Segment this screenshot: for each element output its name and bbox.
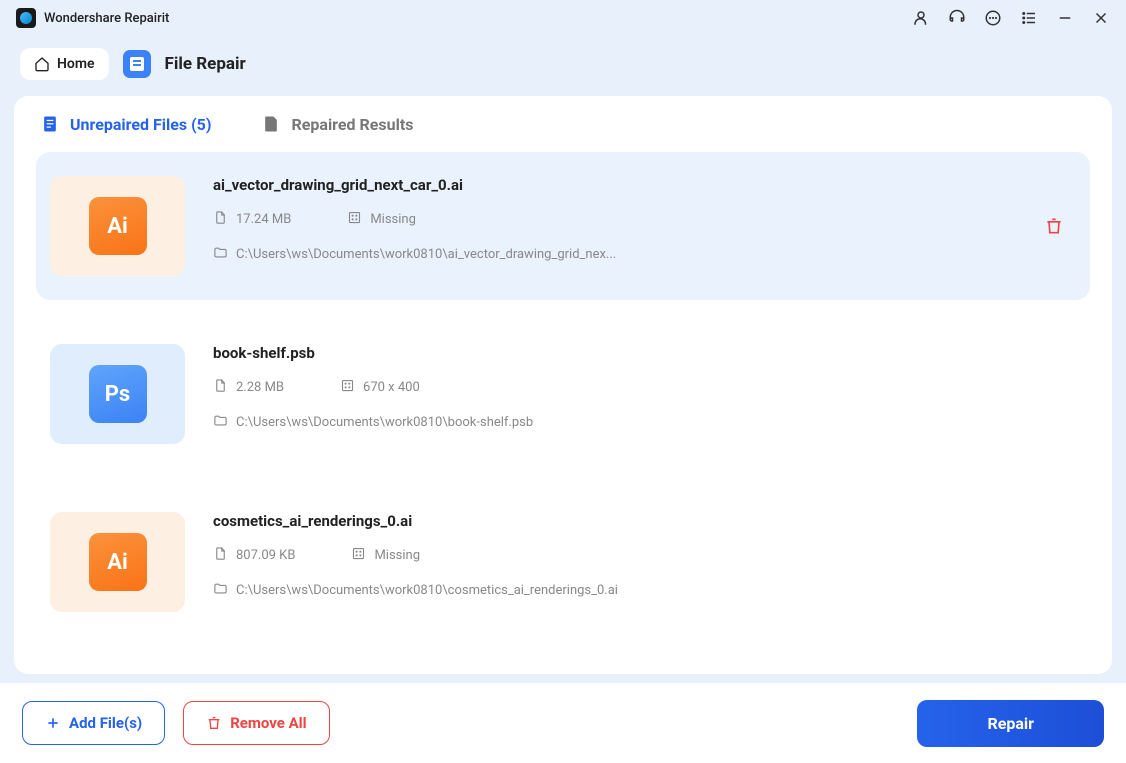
file-path: C:\Users\ws\Documents\work0810\book-shel… — [213, 413, 1064, 432]
file-path: C:\Users\ws\Documents\work0810\ai_vector… — [213, 245, 1064, 264]
file-meta: 17.24 MB Missing — [213, 210, 1064, 229]
file-icon — [213, 210, 228, 229]
file-meta: 807.09 KB Missing — [213, 546, 1064, 565]
file-thumbnail: Ai — [50, 512, 185, 612]
dimensions-icon — [351, 546, 366, 565]
file-name: ai_vector_drawing_grid_next_car_0.ai — [213, 176, 1064, 194]
file-meta: 2.28 MB 670 x 400 — [213, 378, 1064, 397]
remove-all-label: Remove All — [230, 714, 306, 732]
file-dimensions: Missing — [347, 210, 416, 229]
dimensions-icon — [340, 378, 355, 397]
file-row[interactable]: Ai cosmetics_ai_renderings_0.ai 807.09 KB M… — [36, 488, 1090, 636]
titlebar-right — [912, 9, 1110, 27]
file-icon — [40, 114, 60, 134]
file-icon — [213, 378, 228, 397]
minimize-icon[interactable] — [1056, 9, 1074, 27]
main-panel: Unrepaired Files (5) Repaired Results Ai… — [14, 96, 1112, 674]
delete-file-button[interactable] — [1044, 216, 1064, 236]
folder-icon — [213, 581, 228, 600]
file-icon — [261, 114, 281, 134]
remove-all-button[interactable]: Remove All — [183, 701, 329, 745]
tab-unrepaired[interactable]: Unrepaired Files (5) — [40, 114, 211, 134]
file-repair-icon — [123, 50, 151, 78]
file-name: book-shelf.psb — [213, 344, 1064, 362]
file-size: 807.09 KB — [213, 546, 295, 565]
file-thumbnail: Ps — [50, 344, 185, 444]
app-title: Wondershare Repairit — [44, 11, 169, 26]
tabs: Unrepaired Files (5) Repaired Results — [14, 96, 1112, 148]
nav-row: Home File Repair — [0, 36, 1126, 96]
repair-label: Repair — [987, 714, 1034, 733]
add-files-button[interactable]: Add File(s) — [22, 701, 165, 745]
app-icon — [16, 8, 36, 28]
home-label: Home — [57, 56, 95, 72]
file-dimensions: 670 x 400 — [340, 378, 420, 397]
titlebar-left: Wondershare Repairit — [16, 8, 169, 28]
file-type-badge: Ai — [89, 533, 147, 591]
add-files-label: Add File(s) — [69, 714, 142, 732]
file-info: book-shelf.psb 2.28 MB 670 x 400 C:\Users\w… — [213, 344, 1064, 432]
trash-icon — [206, 715, 222, 731]
headset-icon[interactable] — [948, 9, 966, 27]
tab-repaired-label: Repaired Results — [291, 115, 413, 134]
folder-icon — [213, 413, 228, 432]
file-size: 2.28 MB — [213, 378, 284, 397]
file-path: C:\Users\ws\Documents\work0810\cosmetics… — [213, 581, 1064, 600]
footer: Add File(s) Remove All Repair — [0, 683, 1126, 763]
home-icon — [34, 56, 50, 72]
file-type-badge: Ps — [89, 365, 147, 423]
home-button[interactable]: Home — [20, 48, 109, 80]
titlebar: Wondershare Repairit — [0, 0, 1126, 36]
tab-repaired[interactable]: Repaired Results — [261, 114, 413, 134]
file-row[interactable]: Ps book-shelf.psb 2.28 MB 670 x 400 C:\Users… — [36, 320, 1090, 468]
file-name: cosmetics_ai_renderings_0.ai — [213, 512, 1064, 530]
file-row[interactable]: PsFree_Superhero_Set.psd8.74 MB870 x 137… — [36, 656, 1090, 674]
file-info: cosmetics_ai_renderings_0.ai 807.09 KB Mis… — [213, 512, 1064, 600]
file-size: 17.24 MB — [213, 210, 291, 229]
file-list[interactable]: Ai ai_vector_drawing_grid_next_car_0.ai 17… — [14, 152, 1112, 674]
file-row[interactable]: Ai ai_vector_drawing_grid_next_car_0.ai 17… — [36, 152, 1090, 300]
file-info: ai_vector_drawing_grid_next_car_0.ai 17.2… — [213, 176, 1064, 264]
folder-icon — [213, 245, 228, 264]
plus-icon — [45, 715, 61, 731]
chat-icon[interactable] — [984, 9, 1002, 27]
repair-button[interactable]: Repair — [917, 700, 1104, 747]
file-dimensions: Missing — [351, 546, 420, 565]
user-icon[interactable] — [912, 9, 930, 27]
file-icon — [213, 546, 228, 565]
close-icon[interactable] — [1092, 9, 1110, 27]
dimensions-icon — [347, 210, 362, 229]
menu-icon[interactable] — [1020, 9, 1038, 27]
file-thumbnail: Ai — [50, 176, 185, 276]
file-type-badge: Ai — [89, 197, 147, 255]
tab-unrepaired-label: Unrepaired Files (5) — [70, 115, 211, 134]
section-title: File Repair — [165, 54, 246, 74]
